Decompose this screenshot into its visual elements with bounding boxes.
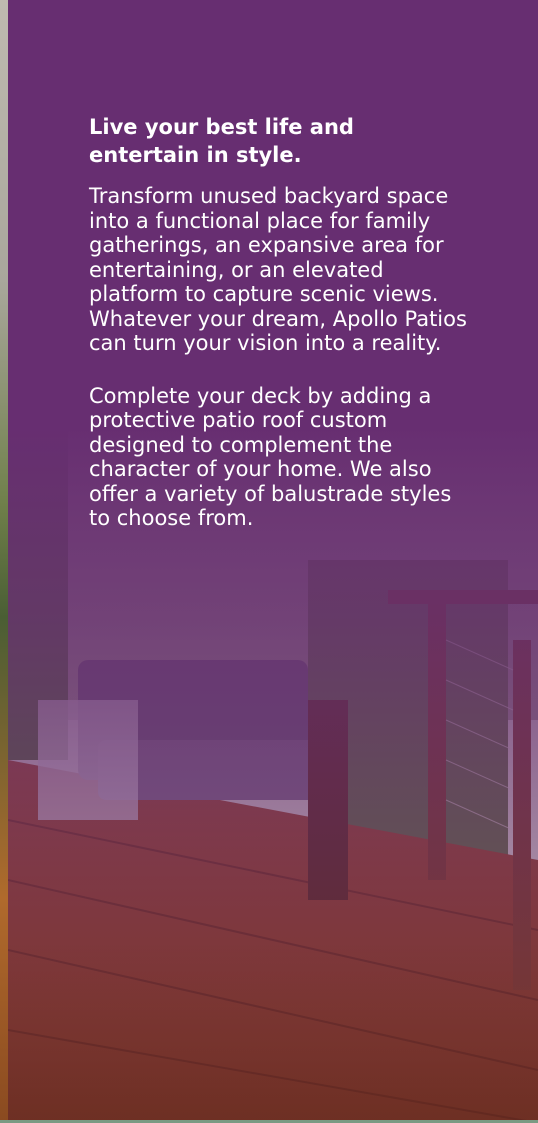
text-panel: Live your best life and entertain in sty… xyxy=(89,113,469,559)
panel-heading: Live your best life and entertain in sty… xyxy=(89,115,354,167)
paragraph-2: Complete your deck by adding a protectiv… xyxy=(89,383,452,531)
page: Live your best life and entertain in sty… xyxy=(0,0,538,1123)
left-edge-image-strip xyxy=(0,0,8,1123)
paragraph-1: Transform unused backyard space into a f… xyxy=(89,184,467,355)
